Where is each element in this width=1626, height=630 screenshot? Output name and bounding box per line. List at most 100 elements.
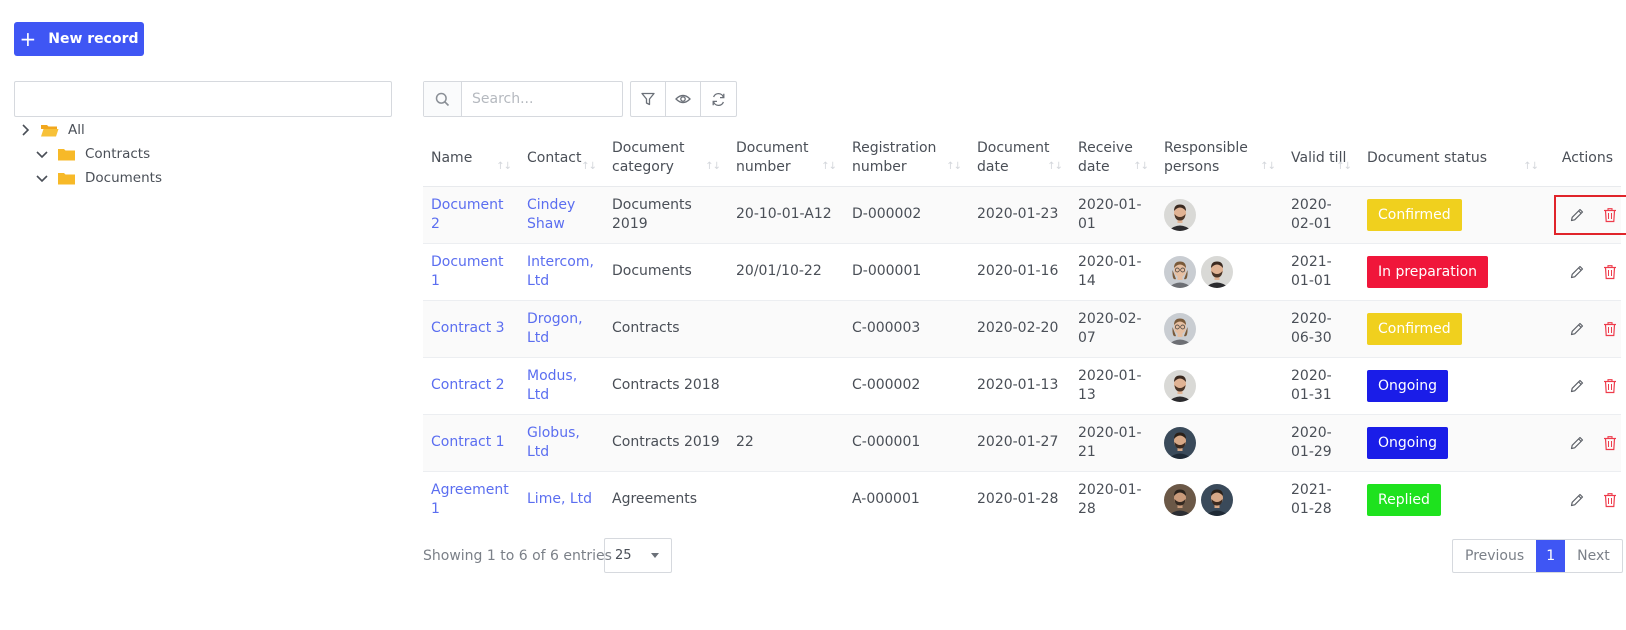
tree-item-contracts[interactable]: Contracts <box>35 142 150 166</box>
column-header-doc-date[interactable]: Document date ↑↓ <box>969 131 1070 187</box>
col-valid-till-value: 2020-06-30 <box>1291 310 1332 346</box>
tree-search-input[interactable] <box>14 81 392 117</box>
row-actions <box>1554 309 1626 349</box>
col-contact: Drogon, Ltd <box>519 299 604 357</box>
delete-icon[interactable] <box>1603 378 1617 394</box>
column-header-status[interactable]: Document status ↑↓ <box>1359 131 1546 187</box>
col-doc-date: 2020-01-13 <box>969 356 1070 414</box>
col-receive-date-value: 2020-02-07 <box>1078 310 1142 346</box>
status-badge: In preparation <box>1367 255 1489 288</box>
page-1-button[interactable]: 1 <box>1536 540 1566 572</box>
delete-icon[interactable] <box>1603 492 1617 508</box>
col-category-value: Contracts 2018 <box>612 377 720 393</box>
chevron-right-icon[interactable] <box>18 123 32 137</box>
edit-icon[interactable] <box>1569 492 1585 508</box>
new-record-button[interactable]: + New record <box>14 22 144 56</box>
contact-link[interactable]: Globus, Ltd <box>527 425 580 460</box>
col-name: Contract 3 <box>423 299 519 357</box>
previous-page-button[interactable]: Previous <box>1453 540 1536 572</box>
sort-icon[interactable]: ↑↓ <box>821 157 837 176</box>
record-name-link[interactable]: Contract 1 <box>431 434 505 450</box>
status-badge: Replied <box>1367 483 1441 516</box>
column-header-contact[interactable]: Contact ↑↓ <box>519 131 604 187</box>
sort-icon[interactable]: ↑↓ <box>1523 157 1539 176</box>
col-status: Ongoing <box>1359 356 1546 414</box>
caret-down-icon <box>651 553 659 558</box>
edit-icon[interactable] <box>1569 264 1585 280</box>
col-category-value: Contracts 2019 <box>612 434 720 450</box>
col-valid-till: 2020-01-31 <box>1283 356 1359 414</box>
page-size-select[interactable]: 25 <box>604 538 672 573</box>
edit-icon[interactable] <box>1569 378 1585 394</box>
sort-icon[interactable]: ↑↓ <box>581 157 597 176</box>
col-contact: Modus, Ltd <box>519 356 604 414</box>
search-input[interactable] <box>462 82 622 116</box>
chevron-down-icon[interactable] <box>35 171 49 185</box>
search-icon[interactable] <box>424 82 462 116</box>
contact-link[interactable]: Lime, Ltd <box>527 491 592 507</box>
contact-link[interactable]: Modus, Ltd <box>527 368 577 403</box>
refresh-button[interactable] <box>701 82 736 116</box>
column-header-label: Actions <box>1561 149 1613 166</box>
edit-icon[interactable] <box>1569 207 1585 223</box>
column-header-category[interactable]: Document category ↑↓ <box>604 131 728 187</box>
edit-icon[interactable] <box>1569 321 1585 337</box>
column-header-doc-number[interactable]: Document number ↑↓ <box>728 131 844 187</box>
column-header-persons[interactable]: Responsible persons ↑↓ <box>1156 131 1283 187</box>
contact-link[interactable]: Drogon, Ltd <box>527 311 583 346</box>
col-doc-number-value: 20/01/10-22 <box>736 263 822 279</box>
column-header-label: Name <box>431 149 473 166</box>
sort-icon[interactable]: ↑↓ <box>1260 157 1276 176</box>
delete-icon[interactable] <box>1603 435 1617 451</box>
record-name-link[interactable]: Contract 3 <box>431 320 505 336</box>
col-category: Contracts <box>604 299 728 357</box>
columns-visibility-button[interactable] <box>666 82 701 116</box>
column-header-reg-number[interactable]: Registration number ↑↓ <box>844 131 969 187</box>
folder-open-icon <box>41 124 59 136</box>
column-header-label: Document status <box>1367 149 1487 166</box>
sort-icon[interactable]: ↑↓ <box>705 157 721 176</box>
contact-link[interactable]: Cindey Shaw <box>527 197 575 232</box>
row-actions <box>1554 480 1626 520</box>
sort-icon[interactable]: ↑↓ <box>1047 157 1063 176</box>
record-name-link[interactable]: Document 1 <box>431 254 504 289</box>
next-page-button[interactable]: Next <box>1565 540 1622 572</box>
sort-icon[interactable]: ↑↓ <box>496 157 512 176</box>
col-receive-date: 2020-01-13 <box>1070 356 1156 414</box>
col-valid-till: 2020-02-01 <box>1283 185 1359 243</box>
avatar <box>1164 426 1196 459</box>
column-header-name[interactable]: Name ↑↓ <box>423 131 519 187</box>
column-header-receive-date[interactable]: Receive date ↑↓ <box>1070 131 1156 187</box>
record-name-link[interactable]: Contract 2 <box>431 377 505 393</box>
sort-icon[interactable]: ↑↓ <box>1336 157 1352 176</box>
refresh-icon <box>712 92 725 106</box>
col-receive-date: 2020-01-14 <box>1070 242 1156 300</box>
col-receive-date-value: 2020-01-01 <box>1078 196 1142 232</box>
record-name-link[interactable]: Agreement 1 <box>431 482 509 517</box>
tree-item-all[interactable]: All <box>18 118 85 142</box>
col-category: Documents <box>604 242 728 300</box>
chevron-down-icon[interactable] <box>35 147 49 161</box>
record-name-link[interactable]: Document 2 <box>431 197 504 232</box>
col-valid-till-value: 2020-02-01 <box>1291 196 1332 232</box>
delete-icon[interactable] <box>1603 321 1617 337</box>
col-category: Documents 2019 <box>604 185 728 243</box>
sort-icon[interactable]: ↑↓ <box>1133 157 1149 176</box>
col-doc-number <box>728 299 844 357</box>
col-status: Confirmed <box>1359 185 1546 243</box>
column-header-label: Registration number <box>852 140 937 176</box>
tree-item-documents[interactable]: Documents <box>35 166 162 190</box>
delete-icon[interactable] <box>1603 207 1617 223</box>
contact-link[interactable]: Intercom, Ltd <box>527 254 594 289</box>
col-doc-date-value: 2020-01-27 <box>977 434 1059 450</box>
col-name: Contract 2 <box>423 356 519 414</box>
tree-item-label: All <box>68 122 85 138</box>
sort-icon[interactable]: ↑↓ <box>946 157 962 176</box>
delete-icon[interactable] <box>1603 264 1617 280</box>
status-badge: Ongoing <box>1367 426 1448 459</box>
page-size-value: 25 <box>615 548 632 563</box>
edit-icon[interactable] <box>1569 435 1585 451</box>
col-reg-number-value: C-000002 <box>852 377 921 393</box>
filter-button[interactable] <box>631 82 666 116</box>
column-header-valid-till[interactable]: Valid till ↑↓ <box>1283 131 1359 187</box>
